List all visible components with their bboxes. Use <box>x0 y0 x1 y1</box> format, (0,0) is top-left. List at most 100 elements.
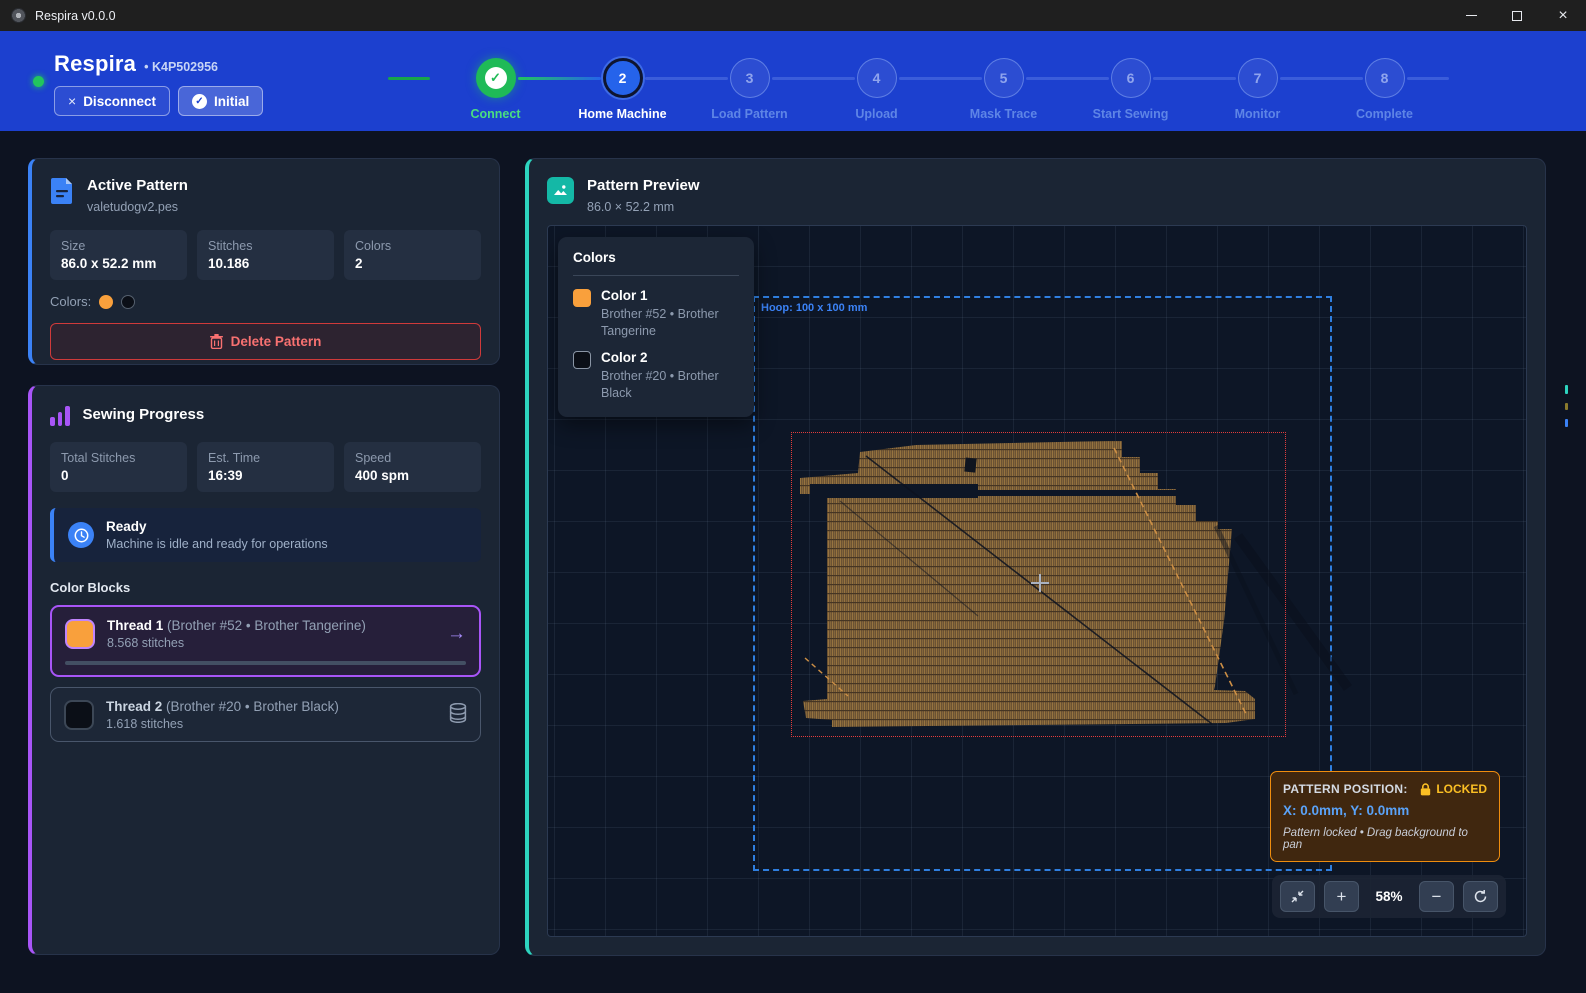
stepper-connector <box>1026 77 1109 80</box>
legend-item-color-2: Color 2 Brother #20 • Brother Black <box>573 350 739 402</box>
thread-1-progress-bar <box>65 661 466 665</box>
pattern-position-overlay: PATTERN POSITION: LOCKED X: 0.0mm, Y: 0.… <box>1270 771 1500 862</box>
stat-label: Colors <box>355 239 470 253</box>
step-label: Monitor <box>1235 107 1281 121</box>
stat-total-stitches: Total Stitches 0 <box>50 442 187 492</box>
stat-label: Speed <box>355 451 470 465</box>
maximize-button[interactable] <box>1494 0 1540 31</box>
color-blocks-label: Color Blocks <box>50 580 481 595</box>
brand-block: Respira • K4P502956 × Disconnect ✓ Initi… <box>54 51 263 131</box>
reset-view-button[interactable] <box>1463 881 1498 912</box>
thread-stitch-count: 8.568 stitches <box>107 636 366 650</box>
pattern-preview-card: Pattern Preview 86.0 × 52.2 mm Colors Co… <box>525 158 1546 956</box>
preview-canvas[interactable]: Colors Color 1 Brother #52 • Brother Tan… <box>547 225 1527 937</box>
check-circle-icon: ✓ <box>192 94 207 109</box>
window-title: Respira v0.0.0 <box>35 9 116 23</box>
initial-button[interactable]: ✓ Initial <box>178 86 263 116</box>
legend-swatch-orange <box>573 289 591 307</box>
disconnect-button[interactable]: × Disconnect <box>54 86 170 116</box>
connection-status-dot <box>33 76 44 87</box>
minimize-icon <box>1466 15 1477 16</box>
app-name: Respira <box>54 51 136 77</box>
reset-zoom-icon <box>1473 889 1488 904</box>
workflow-stepper: ✓ Connect 2 Home Machine 3 Load Pattern … <box>432 58 1448 131</box>
delete-pattern-button[interactable]: Delete Pattern <box>50 323 481 360</box>
step-circle-mask-trace: 5 <box>984 58 1024 98</box>
step-load-pattern: 3 Load Pattern <box>686 58 813 131</box>
check-icon: ✓ <box>485 67 507 89</box>
thread-block-2[interactable]: Thread 2 (Brother #20 • Brother Black) 1… <box>50 687 481 742</box>
stat-value: 86.0 x 52.2 mm <box>61 256 176 271</box>
thread-1-swatch <box>65 619 95 649</box>
step-connect: ✓ Connect <box>432 58 559 131</box>
titlebar: Respira v0.0.0 × <box>0 0 1586 31</box>
step-upload: 4 Upload <box>813 58 940 131</box>
locked-badge: LOCKED <box>1436 782 1487 796</box>
position-label: PATTERN POSITION: <box>1283 782 1408 796</box>
machine-serial: • K4P502956 <box>144 60 218 74</box>
delete-pattern-label: Delete Pattern <box>231 334 322 349</box>
color-dot-black <box>121 295 135 309</box>
thread-detail: (Brother #52 • Brother Tangerine) <box>167 618 366 633</box>
machine-status-banner: Ready Machine is idle and ready for oper… <box>50 508 481 562</box>
position-coordinates: X: 0.0mm, Y: 0.0mm <box>1283 803 1487 818</box>
image-icon <box>547 177 574 204</box>
disconnect-label: Disconnect <box>83 94 156 109</box>
initial-label: Initial <box>214 94 249 109</box>
card-title: Sewing Progress <box>83 406 205 423</box>
zoom-in-button[interactable]: + <box>1324 881 1359 912</box>
stat-speed: Speed 400 spm <box>344 442 481 492</box>
thread-name: Thread 2 <box>106 699 162 714</box>
disconnect-x-icon: × <box>68 93 76 109</box>
step-start-sewing: 6 Start Sewing <box>1067 58 1194 131</box>
plus-icon: + <box>1337 888 1347 905</box>
step-home-machine: 2 Home Machine <box>559 58 686 131</box>
fit-screen-icon <box>1290 889 1305 904</box>
stat-stitches: Stitches 10.186 <box>197 230 334 280</box>
zoom-out-button[interactable]: − <box>1419 881 1454 912</box>
pattern-dimensions: 86.0 × 52.2 mm <box>587 200 700 214</box>
thread-block-1[interactable]: Thread 1 (Brother #52 • Brother Tangerin… <box>50 605 481 677</box>
app-icon <box>11 8 26 23</box>
legend-item-color-1: Color 1 Brother #52 • Brother Tangerine <box>573 288 739 340</box>
step-label: Mask Trace <box>970 107 1037 121</box>
stepper-lead-line <box>388 77 430 80</box>
fit-to-screen-button[interactable] <box>1280 881 1315 912</box>
stat-est-time: Est. Time 16:39 <box>197 442 334 492</box>
position-hint: Pattern locked • Drag background to pan <box>1283 827 1487 851</box>
thread-detail: (Brother #20 • Brother Black) <box>166 699 339 714</box>
stepper-tail-line <box>1407 77 1449 80</box>
stat-value: 16:39 <box>208 468 323 483</box>
thread-stitch-count: 1.618 stitches <box>106 717 339 731</box>
stat-label: Size <box>61 239 176 253</box>
main-content: Active Pattern valetudogv2.pes Size 86.0… <box>0 131 1586 993</box>
thread-name: Thread 1 <box>107 618 163 633</box>
database-icon <box>449 703 467 728</box>
step-complete: 8 Complete <box>1321 58 1448 131</box>
legend-title: Colors <box>573 250 739 265</box>
legend-swatch-black <box>573 351 591 369</box>
color-legend: Colors Color 1 Brother #52 • Brother Tan… <box>558 237 754 417</box>
stepper-connector <box>899 77 982 80</box>
step-label: Complete <box>1356 107 1413 121</box>
step-circle-connect: ✓ <box>476 58 516 98</box>
stepper-connector <box>518 77 601 80</box>
clock-icon <box>68 522 94 548</box>
chart-bars-icon <box>50 406 70 426</box>
close-icon: × <box>1558 8 1567 24</box>
step-label: Connect <box>471 107 521 121</box>
color-dot-orange <box>99 295 113 309</box>
close-button[interactable]: × <box>1540 0 1586 31</box>
trash-icon <box>210 334 223 349</box>
colors-label: Colors: <box>50 294 91 309</box>
step-circle-complete: 8 <box>1365 58 1405 98</box>
step-monitor: 7 Monitor <box>1194 58 1321 131</box>
stepper-connector <box>772 77 855 80</box>
stepper-connector <box>1153 77 1236 80</box>
stat-value: 10.186 <box>208 256 323 271</box>
step-mask-trace: 5 Mask Trace <box>940 58 1067 131</box>
pattern-filename: valetudogv2.pes <box>87 200 188 214</box>
stat-label: Total Stitches <box>61 451 176 465</box>
document-icon <box>50 177 74 205</box>
minimize-button[interactable] <box>1448 0 1494 31</box>
